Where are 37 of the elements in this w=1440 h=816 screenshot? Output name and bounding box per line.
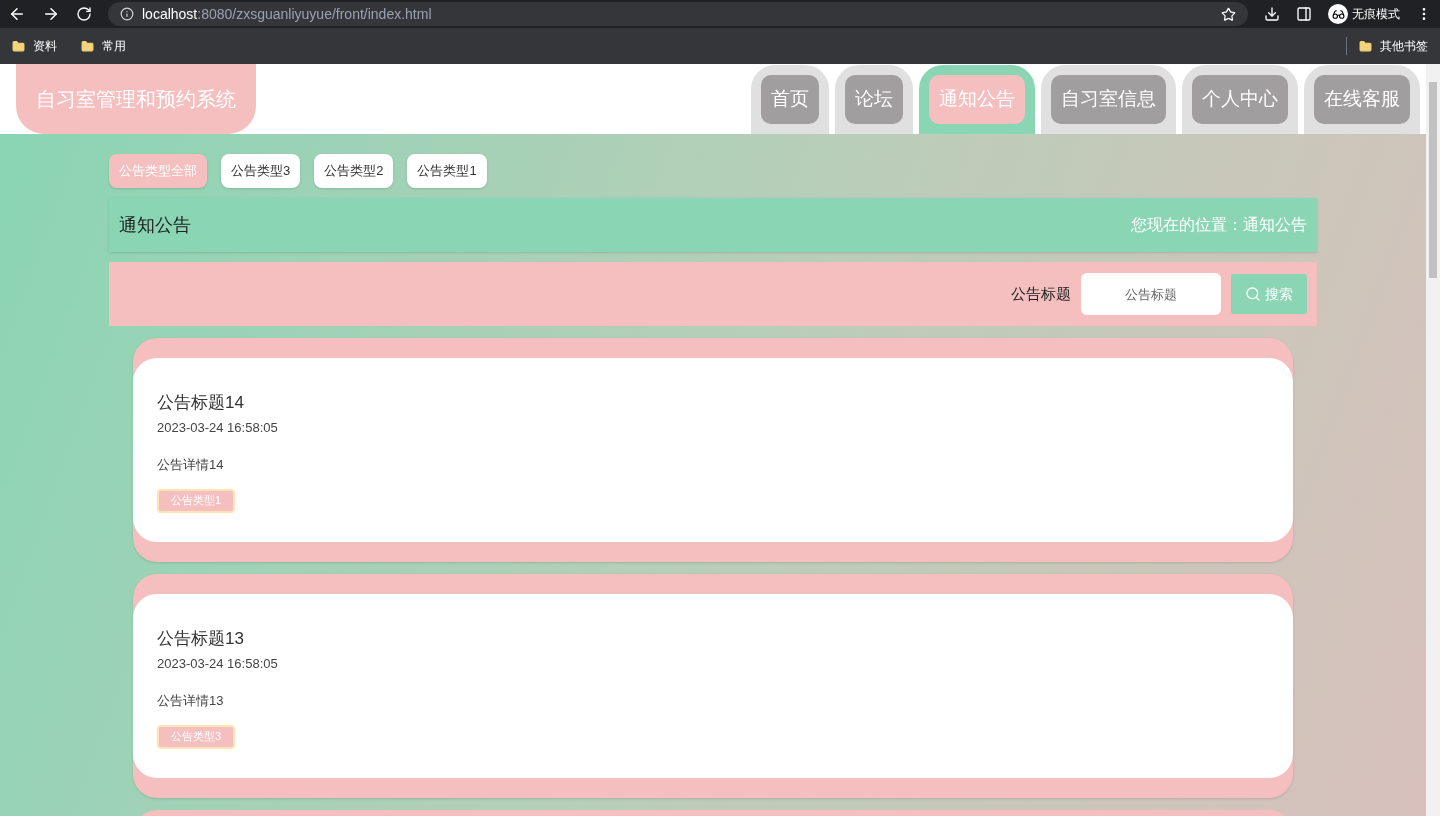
download-icon[interactable] — [1264, 6, 1280, 22]
bookmark-item[interactable]: 其他书签 — [1380, 37, 1428, 55]
notice-card[interactable]: 公告标题14 2023-03-24 16:58:05 公告详情14 公告类型1 — [133, 338, 1293, 562]
notice-title: 公告标题14 — [157, 392, 244, 414]
search-label: 公告标题 — [1011, 283, 1071, 304]
star-icon[interactable] — [1221, 6, 1236, 22]
search-field[interactable]: 公告标题 — [1081, 273, 1221, 315]
profile-label[interactable]: 无痕模式 — [1352, 5, 1400, 23]
folder-icon — [1359, 39, 1372, 53]
breadcrumb: 您现在的位置：通知公告 — [1131, 215, 1307, 235]
notice-time: 2023-03-24 16:58:05 — [157, 418, 278, 437]
notice-tag: 公告类型3 — [157, 724, 236, 749]
folder-icon — [12, 39, 25, 53]
notice-tag: 公告类型1 — [157, 488, 236, 513]
reload-icon[interactable] — [76, 6, 92, 22]
bookmark-item[interactable]: 常用 — [102, 37, 126, 55]
site-logo: 自习室管理和预约系统 — [16, 64, 256, 134]
notice-detail: 公告详情14 — [157, 456, 224, 474]
back-icon[interactable] — [8, 5, 26, 23]
filter-chip[interactable]: 公告类型2 — [314, 154, 394, 188]
filter-chip[interactable]: 公告类型1 — [407, 154, 487, 188]
notice-title: 公告标题13 — [157, 628, 244, 650]
address-bar[interactable]: localhost:8080/zxsguanliyuyue/front/index.html — [108, 2, 1248, 26]
section-title: 通知公告 — [119, 213, 191, 237]
folder-icon — [81, 39, 94, 53]
info-icon — [120, 7, 134, 21]
url-text: localhost:8080/zxsguanliyuyue/front/index.html — [142, 4, 432, 24]
notice-time: 2023-03-24 16:58:05 — [157, 654, 278, 673]
forward-icon[interactable] — [42, 5, 60, 23]
bookmark-item[interactable]: 资料 — [33, 37, 57, 55]
filter-chip[interactable]: 公告类型3 — [221, 154, 301, 188]
notice-card[interactable]: 公告标题13 2023-03-24 16:58:05 公告详情13 公告类型3 — [133, 574, 1293, 798]
sidebar-icon[interactable] — [1296, 6, 1312, 22]
notice-detail: 公告详情13 — [157, 692, 224, 710]
search-icon — [1245, 286, 1261, 302]
incognito-icon — [1328, 4, 1348, 24]
scrollbar[interactable] — [1426, 64, 1440, 816]
